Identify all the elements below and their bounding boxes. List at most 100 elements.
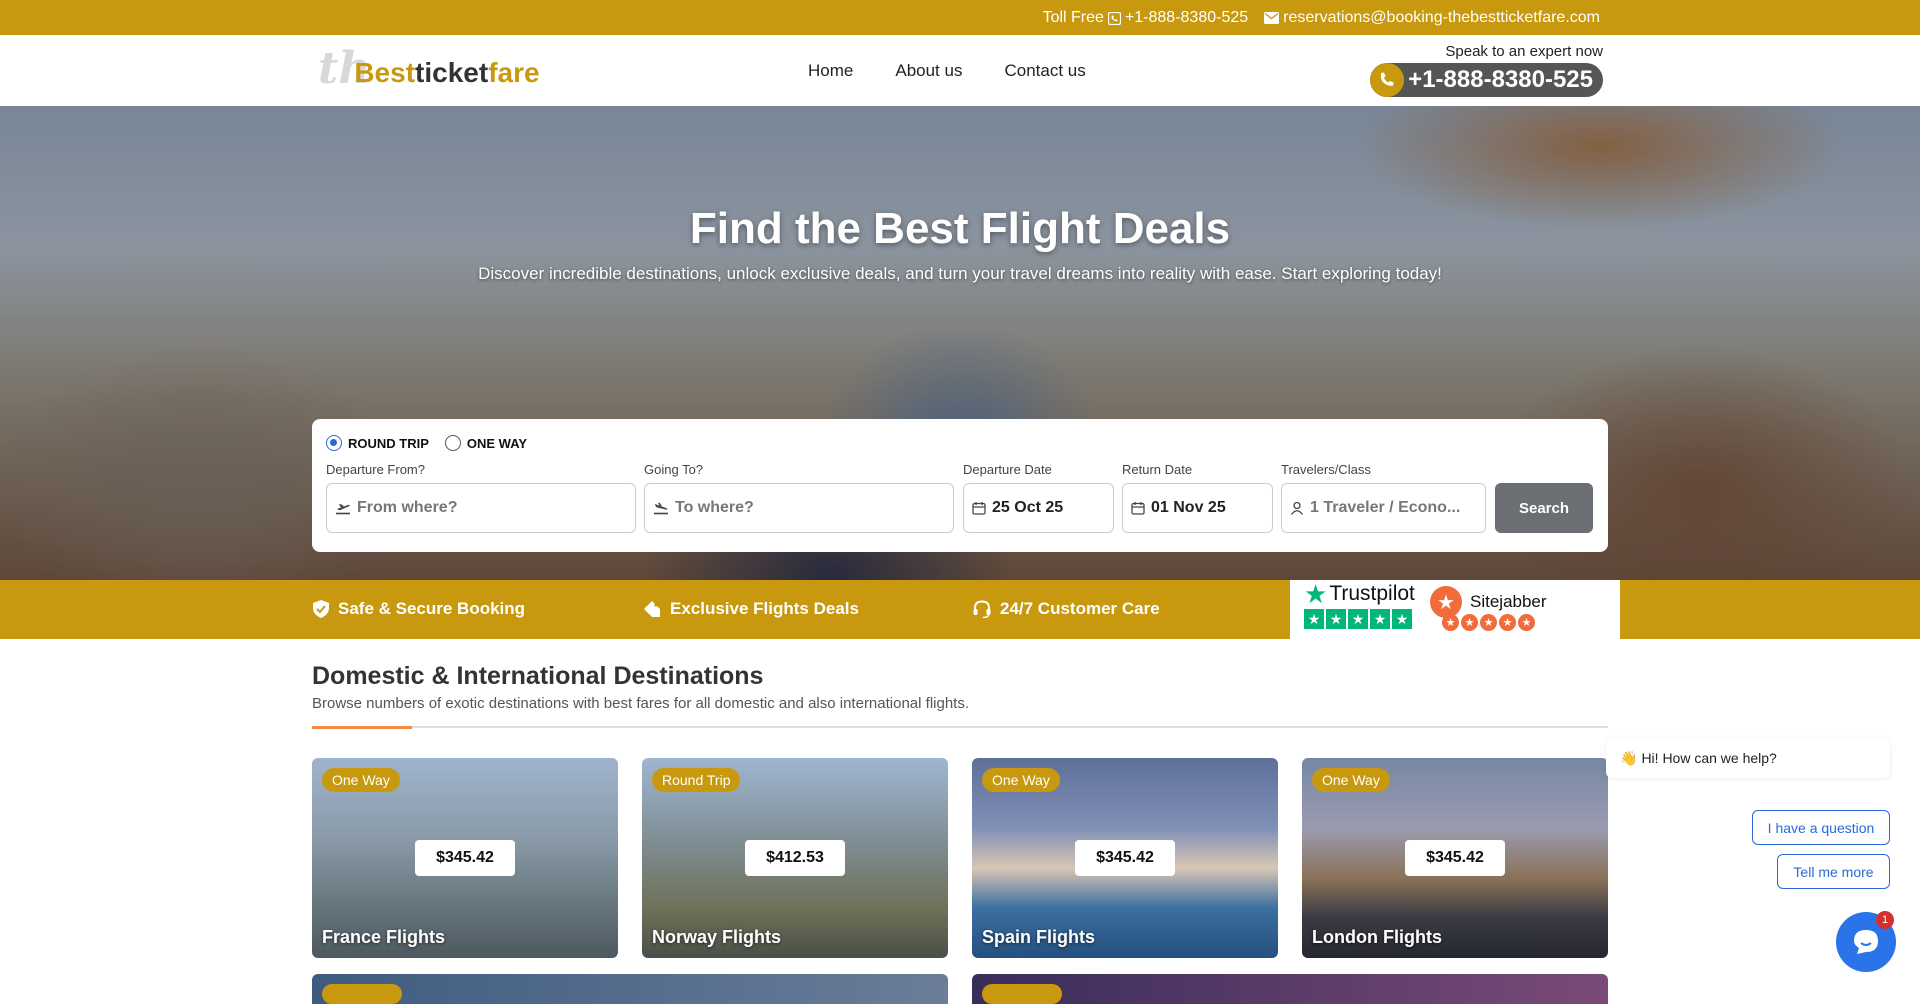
field-label: Return Date: [1122, 462, 1193, 477]
chat-greeting-bubble: 👋 Hi! How can we help?: [1606, 738, 1890, 778]
main-nav: Home About us Contact us: [808, 61, 1086, 81]
star-icon: ★: [1499, 614, 1516, 631]
user-icon: [1290, 501, 1304, 515]
search-button[interactable]: Search: [1495, 483, 1593, 533]
review-ratings: ★ Trustpilot ★ ★ ★ ★ ★ ★ Sitejabber ★ ★ ★ ★ ★: [1290, 580, 1620, 639]
top-contact-bar: Toll Free +1-888-8380-525 reservations@b…: [0, 0, 1920, 35]
star-icon: ★: [1370, 609, 1390, 629]
price-badge: $345.42: [1405, 840, 1505, 876]
calendar-icon: [972, 502, 986, 515]
price-badge: $345.42: [1075, 840, 1175, 876]
shield-check-icon: [313, 600, 329, 618]
headset-icon: [973, 600, 991, 619]
star-icon: ★: [1304, 609, 1324, 629]
expert-label: Speak to an expert now: [1445, 43, 1603, 60]
input-value: 25 Oct 25: [992, 499, 1064, 516]
travelers-class-input[interactable]: 1 Traveler / Econo...: [1281, 483, 1486, 533]
trustpilot-star-icon: ★: [1304, 579, 1328, 609]
destination-card-partial[interactable]: [972, 974, 1608, 1004]
field-label: Going To?: [644, 462, 704, 477]
chat-bubble-icon: [1854, 930, 1878, 954]
trustpilot-rating[interactable]: ★ Trustpilot ★ ★ ★ ★ ★: [1304, 579, 1415, 629]
sitejabber-label: Sitejabber: [1470, 592, 1547, 611]
toll-free-label: Toll Free: [1042, 9, 1104, 26]
feature-secure-booking: Safe & Secure Booking: [312, 599, 525, 619]
radio-round-trip[interactable]: [326, 435, 342, 451]
destination-name: Spain Flights: [982, 927, 1096, 947]
destination-card-spain[interactable]: One Way $345.42 Spain Flights: [972, 758, 1278, 958]
destination-card-london[interactable]: One Way $345.42 London Flights: [1302, 758, 1608, 958]
logo-word-best: Best: [354, 57, 416, 88]
star-icon: ★: [1480, 614, 1497, 631]
destination-card-france[interactable]: One Way $345.42 France Flights: [312, 758, 618, 958]
phone-square-icon: [1107, 11, 1121, 25]
logo-word-ticket: ticket: [415, 57, 489, 88]
star-icon: ★: [1392, 609, 1412, 629]
field-label: Departure From?: [326, 462, 425, 477]
hero-banner: Find the Best Flight Deals Discover incr…: [0, 106, 1920, 580]
radio-one-way[interactable]: [444, 435, 461, 451]
star-icon: ★: [1518, 614, 1535, 631]
feature-label: 24/7 Customer Care: [1000, 599, 1160, 618]
destination-card-partial[interactable]: [312, 974, 948, 1004]
departure-from-field: Departure From? From where?: [326, 462, 636, 533]
departure-date-input[interactable]: 25 Oct 25: [963, 483, 1114, 533]
trustpilot-stars: ★ ★ ★ ★ ★: [1304, 609, 1415, 629]
trip-type-badge: Round Trip: [652, 768, 741, 792]
phone-icon: [1370, 63, 1405, 97]
trip-type-badge: One Way: [982, 768, 1060, 792]
going-to-field: Going To? To where?: [644, 462, 954, 533]
trip-option-one-way[interactable]: ONE WAY: [444, 435, 528, 451]
trip-type-badge: One Way: [322, 768, 400, 792]
trip-option-label: ROUND TRIP: [348, 435, 429, 451]
hero-subtitle: Discover incredible destinations, unlock…: [478, 264, 1442, 283]
destination-card-norway[interactable]: Round Trip $412.53 Norway Flights: [642, 758, 948, 958]
email-contact[interactable]: reservations@booking-thebestticketfare.c…: [1264, 9, 1600, 27]
chat-greeting-text: Hi! How can we help?: [1641, 750, 1777, 766]
field-label: Departure Date: [963, 462, 1052, 477]
waving-hand-icon: 👋: [1620, 749, 1638, 766]
email-address: reservations@booking-thebestticketfare.c…: [1283, 9, 1600, 26]
feature-label: Exclusive Flights Deals: [670, 599, 859, 618]
flight-search-form: ROUND TRIP ONE WAY Departure From? From …: [312, 419, 1608, 552]
price-badge: $412.53: [745, 840, 845, 876]
trip-option-label: ONE WAY: [466, 435, 528, 451]
destination-name: France Flights: [322, 927, 446, 947]
hero-title: Find the Best Flight Deals: [689, 204, 1231, 253]
chat-option-tell-more[interactable]: Tell me more: [1777, 854, 1890, 889]
destinations-title: Domestic & International Destinations: [312, 662, 764, 690]
section-divider: [312, 726, 1608, 729]
divider-accent: [312, 726, 412, 729]
trip-type-badge: [322, 984, 402, 1004]
chat-option-question[interactable]: I have a question: [1752, 810, 1890, 845]
envelope-icon: [1264, 12, 1280, 24]
price-badge: $345.42: [415, 840, 515, 876]
star-icon: ★: [1442, 614, 1459, 631]
plane-takeoff-icon: [336, 504, 350, 515]
destination-name: Norway Flights: [652, 927, 782, 947]
site-header: th Best ticket fare Home About us Contac…: [0, 35, 1920, 106]
toll-free-contact[interactable]: Toll Free +1-888-8380-525: [1043, 9, 1249, 27]
nav-home[interactable]: Home: [808, 61, 853, 81]
plane-landing-icon: [654, 502, 668, 515]
trip-type-badge: [982, 984, 1062, 1004]
sitejabber-stars: ★ ★ ★ ★ ★: [1442, 614, 1535, 631]
logo-word-fare: fare: [488, 57, 540, 88]
feature-customer-care: 24/7 Customer Care: [972, 599, 1160, 619]
nav-contact-us[interactable]: Contact us: [1004, 61, 1085, 81]
destination-name: London Flights: [1312, 927, 1442, 947]
trip-option-round-trip[interactable]: ROUND TRIP: [326, 435, 429, 451]
feature-label: Safe & Secure Booking: [338, 599, 526, 618]
star-icon: ★: [1461, 614, 1478, 631]
input-value: 01 Nov 25: [1151, 499, 1226, 516]
site-logo[interactable]: th Best ticket fare: [318, 47, 540, 91]
departure-from-input[interactable]: From where?: [326, 483, 636, 533]
return-date-input[interactable]: 01 Nov 25: [1122, 483, 1273, 533]
travelers-class-field: Travelers/Class 1 Traveler / Econo...: [1281, 462, 1486, 533]
going-to-input[interactable]: To where?: [644, 483, 954, 533]
nav-about-us[interactable]: About us: [895, 61, 962, 81]
trustpilot-label: Trustpilot: [1329, 582, 1415, 605]
expert-phone-number: +1-888-8380-525: [1408, 66, 1593, 93]
sitejabber-rating[interactable]: ★ Sitejabber ★ ★ ★ ★ ★: [1430, 586, 1547, 631]
expert-phone-button[interactable]: +1-888-8380-525: [1370, 63, 1603, 97]
